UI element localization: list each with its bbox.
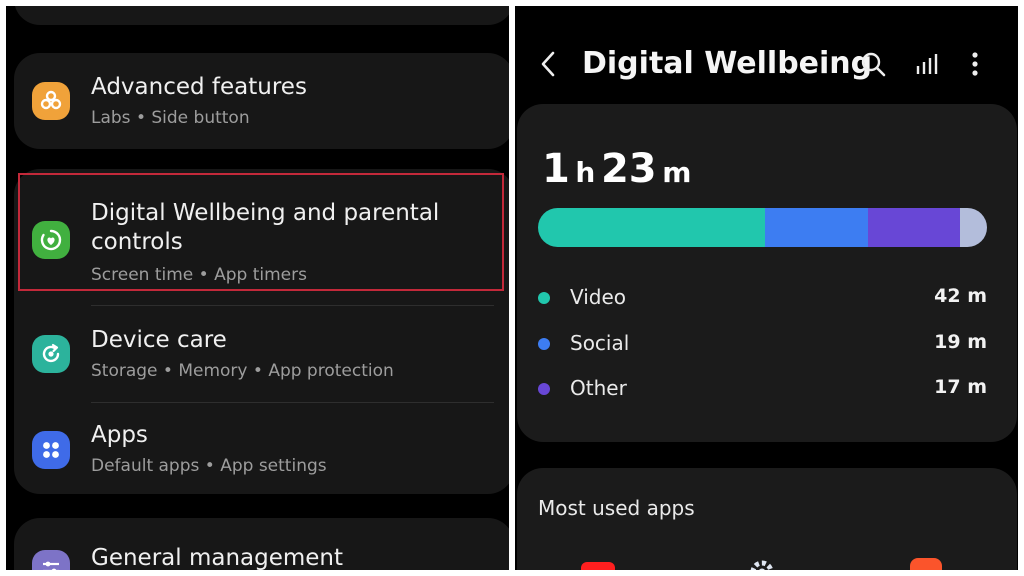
legend-dot-icon xyxy=(538,383,550,395)
usage-bar-other xyxy=(867,208,960,247)
category-value: 19 m xyxy=(934,331,987,353)
most-used-apps-card: Most used apps xyxy=(517,468,1017,570)
category-label: Video xyxy=(570,285,627,309)
usage-bar-remaining xyxy=(959,208,987,247)
apps-item[interactable]: Apps Default apps • App settings xyxy=(14,403,509,499)
more-options-icon[interactable] xyxy=(961,50,989,78)
settings-card-advanced: Advanced features Labs • Side button xyxy=(14,53,509,149)
apps-icon xyxy=(32,431,70,469)
category-video[interactable]: Video 42 m xyxy=(538,283,987,313)
device-care-title: Device care xyxy=(91,327,227,353)
bar-chart-icon[interactable] xyxy=(913,50,941,78)
general-management-item[interactable]: General management xyxy=(14,518,509,570)
settings-panel: Advanced features Labs • Side button Dig… xyxy=(6,6,509,570)
category-social[interactable]: Social 19 m xyxy=(538,329,987,359)
usage-bar-video xyxy=(538,208,766,247)
highlight-box xyxy=(18,173,504,291)
device-care-icon xyxy=(32,335,70,373)
brave-app-icon[interactable] xyxy=(901,552,951,570)
advanced-features-icon xyxy=(32,82,70,120)
apps-title: Apps xyxy=(91,422,148,448)
advanced-features-title: Advanced features xyxy=(91,74,307,100)
back-icon[interactable] xyxy=(534,50,562,78)
usage-bar-social xyxy=(765,208,868,247)
search-icon[interactable] xyxy=(859,50,887,78)
legend-dot-icon xyxy=(538,338,550,350)
legend-dot-icon xyxy=(538,292,550,304)
settings-card-general: General management xyxy=(14,518,509,570)
category-label: Other xyxy=(570,376,627,400)
most-used-apps-label: Most used apps xyxy=(538,496,695,520)
total-screen-time: 1 h 23 m xyxy=(542,146,692,192)
general-management-icon xyxy=(32,550,70,570)
category-other[interactable]: Other 17 m xyxy=(538,374,987,404)
device-care-subtitle: Storage • Memory • App protection xyxy=(91,361,394,381)
category-value: 42 m xyxy=(934,285,987,307)
advanced-features-item[interactable]: Advanced features Labs • Side button xyxy=(14,53,509,149)
settings-card-top xyxy=(14,6,509,25)
advanced-features-subtitle: Labs • Side button xyxy=(91,108,250,128)
category-value: 17 m xyxy=(934,376,987,398)
youtube-app-icon[interactable] xyxy=(573,552,623,570)
apps-subtitle: Default apps • App settings xyxy=(91,456,327,476)
general-management-title: General management xyxy=(91,545,344,570)
usage-summary-card[interactable]: 1 h 23 m Video 42 m Social 19 m Other 17… xyxy=(517,104,1017,442)
device-care-item[interactable]: Device care Storage • Memory • App prote… xyxy=(14,306,509,402)
page-title: Digital Wellbeing xyxy=(582,46,873,81)
settings-app-icon[interactable] xyxy=(737,552,787,570)
usage-bar xyxy=(538,208,987,247)
digital-wellbeing-panel: Digital Wellbeing 1 h 23 m Video 42 m So… xyxy=(515,6,1018,570)
category-label: Social xyxy=(570,331,630,355)
